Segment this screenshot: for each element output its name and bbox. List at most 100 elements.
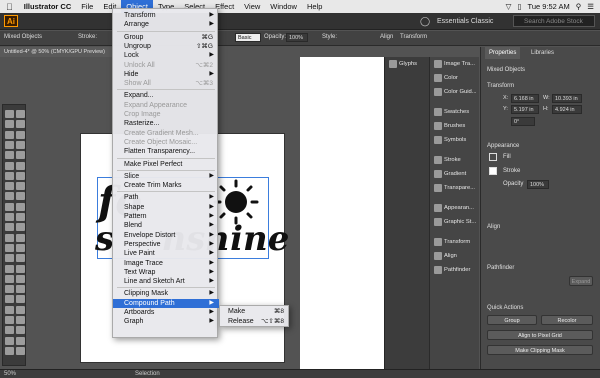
opacity-field-props[interactable]: 100% (527, 180, 549, 189)
tool-icon[interactable] (16, 285, 25, 294)
menu-item-blend[interactable]: Blend ▶ (113, 221, 219, 230)
tool-icon[interactable] (5, 161, 14, 170)
menu-item-flatten-transparency[interactable]: Flatten Transparency... (113, 147, 219, 156)
tool-icon[interactable] (5, 264, 14, 273)
tool-icon[interactable] (16, 202, 25, 211)
panel-appearance[interactable]: Appearan... (432, 201, 474, 215)
menu-item-path[interactable]: Path ▶ (113, 193, 219, 202)
menu-view[interactable]: View (239, 0, 265, 13)
menu-item-graph[interactable]: Graph ▶ (113, 317, 219, 326)
panel-transparency[interactable]: Transpare... (432, 181, 475, 195)
tool-icon[interactable] (5, 346, 14, 355)
lightbulb-icon[interactable]: ◯ (420, 16, 430, 27)
tool-icon[interactable] (5, 171, 14, 180)
menu-item-expand[interactable]: Expand... (113, 91, 219, 100)
menu-item-line-and-sketch-art[interactable]: Line and Sketch Art ▶ (113, 277, 219, 286)
panel-color-guide[interactable]: Color Guid... (432, 85, 477, 99)
tool-icon[interactable] (16, 295, 25, 304)
y-field[interactable]: 5.197 in (511, 105, 539, 114)
align-link[interactable]: Align (380, 34, 393, 40)
menu-item-perspective[interactable]: Perspective ▶ (113, 240, 219, 249)
panel-stroke[interactable]: Stroke (432, 153, 461, 167)
menu-item-make-pixel-perfect[interactable]: Make Pixel Perfect (113, 160, 219, 169)
tool-icon[interactable] (16, 130, 25, 139)
document-tab[interactable]: Untitled-4* @ 50% (CMYK/GPU Preview) (0, 47, 112, 57)
tool-icon[interactable] (5, 223, 14, 232)
menu-item-transform[interactable]: Transform ▶ (113, 11, 219, 20)
expand-button[interactable]: Expand (569, 276, 593, 286)
menu-item-create-gradient-mesh[interactable]: Create Gradient Mesh... (113, 129, 219, 138)
tool-icon[interactable] (5, 336, 14, 345)
tool-icon[interactable] (5, 326, 14, 335)
tool-icon[interactable] (16, 243, 25, 252)
menu-item-release[interactable]: Release ⌥⇧⌘8 (220, 317, 290, 326)
tool-icon[interactable] (5, 202, 14, 211)
tool-icon[interactable] (5, 295, 14, 304)
w-field[interactable]: 10.393 in (552, 94, 582, 103)
panel-symbols[interactable]: Symbols (432, 133, 466, 147)
wifi-icon[interactable]: ▽ (506, 2, 512, 11)
fill-swatch[interactable] (489, 153, 497, 161)
tool-icon[interactable] (5, 233, 14, 242)
menu-item-crop-image[interactable]: Crop Image (113, 110, 219, 119)
tool-icon[interactable] (16, 264, 25, 273)
tool-icon[interactable] (16, 161, 25, 170)
canvas-pasteboard[interactable] (300, 57, 384, 369)
menu-item-clipping-mask[interactable]: Clipping Mask ▶ (113, 289, 219, 298)
make-clipping-mask-button[interactable]: Make Clipping Mask (487, 345, 593, 355)
menu-item-text-wrap[interactable]: Text Wrap ▶ (113, 268, 219, 277)
tool-icon[interactable] (5, 316, 14, 324)
tool-icon[interactable] (5, 140, 14, 149)
tool-icon[interactable] (5, 254, 14, 263)
panel-pathfinder[interactable]: Pathfinder (432, 263, 470, 277)
panel-graphic-styles[interactable]: Graphic St... (432, 215, 476, 229)
menu-item-show-all[interactable]: Show All ⌥⌘3 (113, 79, 219, 88)
tool-icon[interactable] (16, 346, 25, 355)
tool-icon[interactable] (5, 285, 14, 294)
panel-swatches[interactable]: Swatches (432, 105, 469, 119)
brush-definition-field[interactable]: Basic (235, 33, 261, 42)
battery-icon[interactable]: ▯ (517, 2, 521, 11)
panel-color[interactable]: Color (432, 71, 458, 85)
tool-icon[interactable] (5, 213, 14, 221)
tool-icon[interactable] (16, 140, 25, 149)
tool-icon[interactable] (16, 120, 25, 129)
tab-properties[interactable]: Properties (485, 47, 521, 59)
stroke-swatch[interactable] (489, 167, 497, 175)
stroke-label-props[interactable]: Stroke (503, 168, 520, 174)
tool-icon[interactable] (16, 254, 25, 263)
tool-icon[interactable] (16, 316, 25, 324)
menu-item-create-trim-marks[interactable]: Create Trim Marks (113, 181, 219, 190)
spotlight-icon[interactable]: ⚲ (576, 2, 582, 11)
stock-search-input[interactable]: Search Adobe Stock (513, 15, 595, 27)
align-to-pixel-grid-button[interactable]: Align to Pixel Grid (487, 330, 593, 340)
tool-icon[interactable] (5, 151, 14, 160)
panel-image-trace[interactable]: Image Tra... (432, 57, 475, 71)
zoom-level[interactable]: 50% (4, 370, 16, 378)
menu-item-envelope-distort[interactable]: Envelope Distort ▶ (113, 231, 219, 240)
panel-align[interactable]: Align (432, 249, 457, 263)
menu-item-image-trace[interactable]: Image Trace ▶ (113, 259, 219, 268)
clock[interactable]: Tue 9:52 AM (528, 2, 570, 11)
menu-item-ungroup[interactable]: Ungroup ⇧⌘G (113, 42, 219, 51)
menu-list-icon[interactable]: ☰ (587, 2, 594, 11)
tool-icon[interactable] (16, 223, 25, 232)
menu-item-live-paint[interactable]: Live Paint ▶ (113, 249, 219, 258)
panel-gradient[interactable]: Gradient (432, 167, 466, 181)
menu-item-compound-path[interactable]: Compound Path ▶ (113, 298, 219, 308)
tool-icon[interactable] (16, 213, 25, 221)
menu-item-expand-appearance[interactable]: Expand Appearance (113, 101, 219, 110)
tool-icon[interactable] (5, 243, 14, 252)
tool-icon[interactable] (5, 192, 14, 201)
x-field[interactable]: 6.168 in (511, 94, 539, 103)
panel-glyphs[interactable]: Glyphs (387, 57, 417, 71)
menu-item-arrange[interactable]: Arrange ▶ (113, 20, 219, 29)
tool-icon[interactable] (16, 336, 25, 345)
tool-icon[interactable] (5, 110, 14, 118)
menu-item-create-object-mosaic[interactable]: Create Object Mosaic... (113, 138, 219, 147)
tool-icon[interactable] (5, 305, 14, 314)
tool-icon[interactable] (16, 305, 25, 314)
tool-icon[interactable] (16, 192, 25, 201)
opacity-field[interactable]: 100% (286, 33, 308, 42)
panel-transform[interactable]: Transform (432, 235, 470, 249)
